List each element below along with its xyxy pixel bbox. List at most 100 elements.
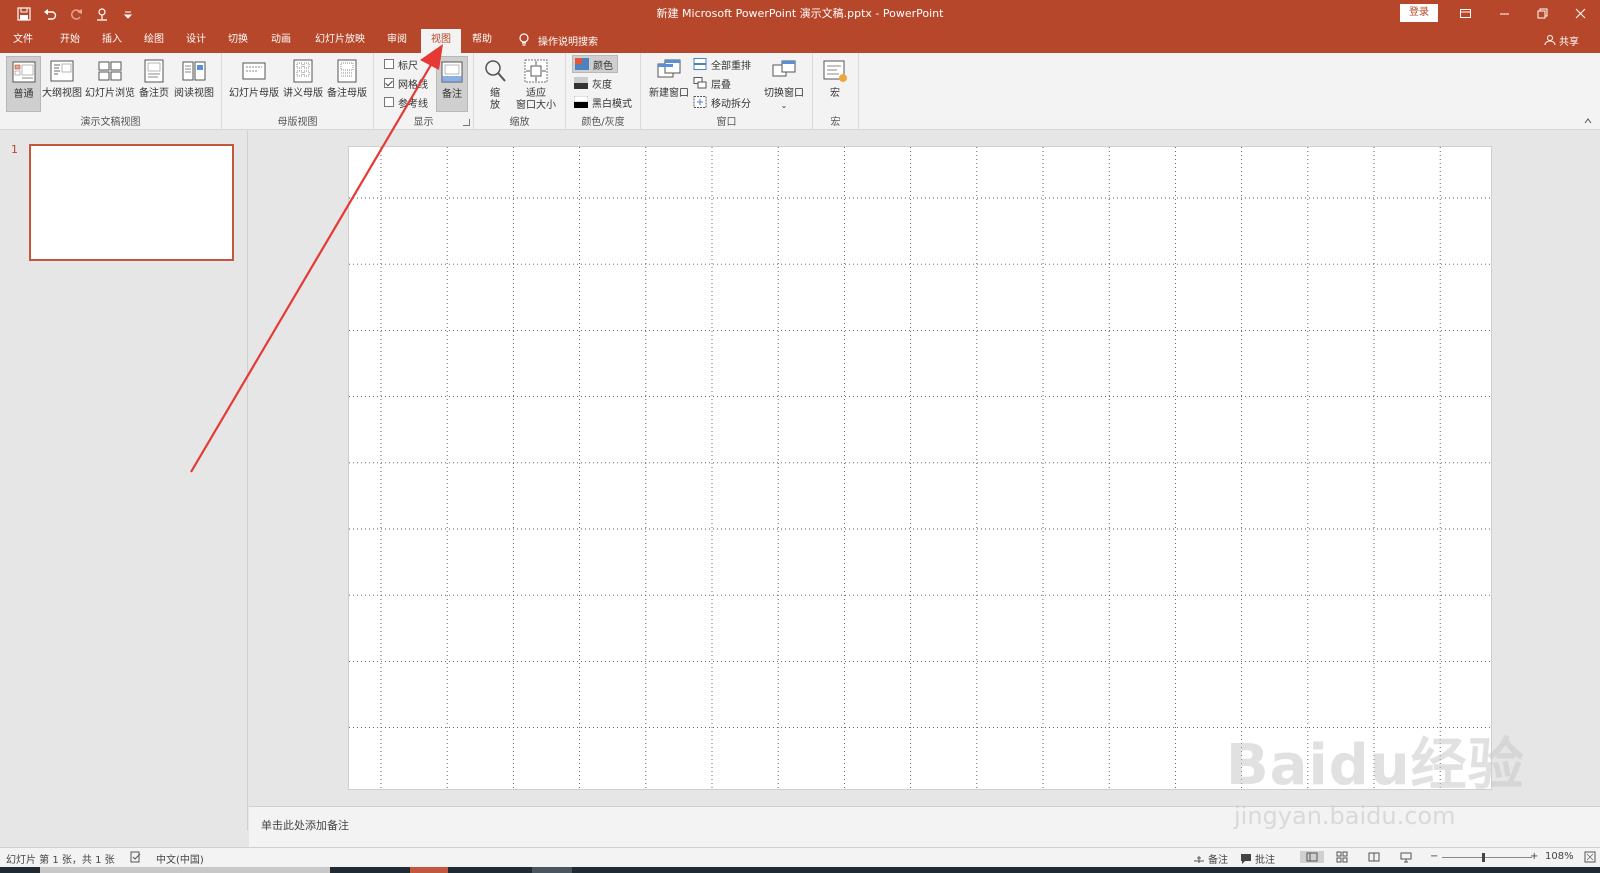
guides-checkbox[interactable]: 参考线 (384, 93, 428, 111)
handout-master-button[interactable]: 讲义母版 (282, 56, 324, 112)
tab-file[interactable]: 文件 (13, 27, 33, 53)
notes-icon (1194, 855, 1204, 863)
move-split-button[interactable]: 移动拆分 (693, 93, 751, 111)
tab-design[interactable]: 设计 (186, 27, 206, 53)
spelling-check-icon[interactable] (130, 851, 142, 863)
notes-pane[interactable]: 单击此处添加备注 (249, 806, 1600, 847)
move-split-icon (693, 96, 707, 108)
language-indicator[interactable]: 中文(中国) (156, 851, 204, 866)
close-icon[interactable] (1562, 0, 1598, 27)
tab-animations[interactable]: 动画 (271, 27, 291, 53)
notes-toggle-button[interactable]: 备注 (436, 56, 468, 112)
slide-master-icon (242, 62, 266, 80)
redo-icon[interactable] (66, 4, 86, 24)
switch-window-label: 切换窗口 (764, 88, 804, 99)
arrange-all-button[interactable]: 全部重排 (693, 55, 751, 73)
macros-group-label: 宏 (830, 117, 841, 128)
slide-sorter-status-icon[interactable] (1336, 851, 1348, 863)
slide-sorter-icon (98, 61, 122, 81)
outline-view-button[interactable]: 大纲视图 (42, 56, 82, 112)
tab-view[interactable]: 视图 (421, 29, 461, 53)
comments-button[interactable]: 批注 (1240, 851, 1275, 866)
normal-view-label: 普通 (13, 89, 34, 100)
zoom-level[interactable]: 108% (1545, 851, 1574, 862)
fit-slide-icon[interactable] (1584, 851, 1596, 863)
slideshow-status-icon[interactable] (1400, 851, 1412, 863)
macros-button[interactable]: 宏 (819, 56, 851, 112)
taskbar-strip (0, 867, 1600, 873)
notes-pane-icon (441, 61, 463, 83)
cascade-label: 层叠 (711, 79, 731, 91)
zoom-slider-thumb[interactable] (1482, 853, 1485, 862)
notes-master-label: 备注母版 (327, 88, 367, 99)
slide-info: 幻灯片 第 1 张，共 1 张 (6, 855, 115, 866)
customize-icon[interactable] (118, 4, 138, 24)
notes-master-button[interactable]: 备注母版 (325, 56, 369, 112)
tab-slideshow[interactable]: 幻灯片放映 (315, 27, 365, 53)
ruler-checkbox[interactable]: 标尺 (384, 55, 418, 73)
tab-transitions[interactable]: 切换 (228, 27, 248, 53)
slide-master-button[interactable]: 幻灯片母版 (228, 56, 280, 112)
slide-canvas[interactable] (348, 146, 1493, 791)
notes-page-button[interactable]: 备注页 (137, 56, 171, 112)
handout-master-icon (293, 59, 313, 83)
quick-access-toolbar (14, 4, 138, 24)
notes-page-label: 备注页 (139, 88, 169, 99)
reading-view-button[interactable]: 阅读视图 (173, 56, 215, 112)
guides-label: 参考线 (398, 98, 428, 110)
tab-draw[interactable]: 绘图 (144, 27, 164, 53)
slide-editing-area (249, 131, 1600, 806)
handout-master-label: 讲义母版 (283, 88, 323, 99)
show-launcher-icon[interactable] (463, 119, 470, 126)
normal-view-status-icon[interactable] (1300, 851, 1324, 863)
minimize-icon[interactable] (1486, 0, 1522, 27)
black-white-option[interactable]: 黑白模式 (574, 93, 632, 111)
restore-icon[interactable] (1524, 0, 1560, 27)
share-button[interactable]: 共享 (1544, 27, 1579, 53)
presentation-views-group: 普通 大纲视图 幻灯片浏览 备注页 阅读视图 演示文稿视图 (0, 53, 222, 130)
ribbon-display-icon[interactable] (1447, 0, 1483, 27)
ribbon: 普通 大纲视图 幻灯片浏览 备注页 阅读视图 演示文稿视图 幻灯片母版 讲义母版 (0, 53, 1600, 130)
lightbulb-icon (519, 33, 529, 46)
notes-status-button[interactable]: 备注 (1193, 851, 1228, 866)
tab-review[interactable]: 审阅 (387, 27, 407, 53)
zoom-button[interactable]: 缩 放 (480, 56, 510, 112)
outline-view-label: 大纲视图 (42, 88, 82, 99)
slide-thumbnails-pane: 1 (0, 131, 248, 831)
tab-insert[interactable]: 插入 (102, 27, 122, 53)
cascade-button[interactable]: 层叠 (693, 74, 731, 92)
color-grayscale-group: 颜色 灰度 黑白模式 颜色/灰度 (566, 53, 641, 130)
gridlines-label: 网格线 (398, 79, 428, 91)
show-label: 显示 (413, 117, 434, 128)
notes-placeholder[interactable]: 单击此处添加备注 (261, 817, 349, 833)
slide-sorter-label: 幻灯片浏览 (85, 88, 135, 99)
tell-me-search[interactable]: 操作说明搜索 (518, 27, 598, 53)
switch-window-button[interactable]: 切换窗口 ⌄ (761, 56, 807, 112)
tab-help[interactable]: 帮助 (472, 27, 492, 53)
slide-sorter-button[interactable]: 幻灯片浏览 (85, 56, 135, 112)
save-icon[interactable] (14, 4, 34, 24)
reading-view-status-icon[interactable] (1368, 851, 1380, 863)
slide-number: 1 (11, 143, 18, 156)
zoom-out-icon[interactable]: − (1430, 851, 1438, 862)
grayscale-option[interactable]: 灰度 (574, 74, 612, 92)
zoom-group-label: 缩放 (509, 117, 530, 128)
tab-home[interactable]: 开始 (60, 27, 80, 53)
person-icon (1544, 35, 1556, 46)
collapse-ribbon-icon[interactable] (1584, 117, 1592, 125)
new-window-button[interactable]: 新建窗口 (647, 56, 691, 112)
color-option[interactable]: 颜色 (572, 55, 618, 73)
zoom-label-line1: 缩 (490, 88, 500, 99)
touch-mode-icon[interactable] (92, 4, 112, 24)
zoom-slider[interactable] (1442, 857, 1532, 858)
notes-toggle-label: 备注 (442, 89, 462, 100)
zoom-in-icon[interactable]: + (1530, 851, 1538, 862)
login-button[interactable]: 登录 (1400, 4, 1438, 22)
arrange-all-icon (693, 58, 707, 70)
fit-to-window-button[interactable]: 适应 窗口大小 (514, 56, 558, 112)
normal-view-button[interactable]: 普通 (6, 56, 41, 112)
gridlines-checkbox[interactable]: 网格线 (384, 74, 428, 92)
undo-icon[interactable] (40, 4, 60, 24)
window-group: 新建窗口 全部重排 层叠 移动拆分 切换窗口 ⌄ 窗口 (641, 53, 813, 130)
slide-thumbnail[interactable] (29, 144, 234, 261)
